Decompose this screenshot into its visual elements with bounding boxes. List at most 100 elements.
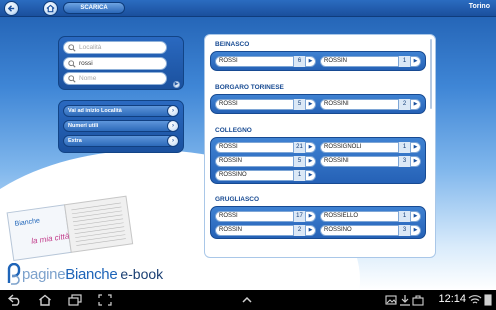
entry-count: 2 — [398, 99, 411, 110]
entry-count: 6 — [293, 56, 306, 67]
app-logo: pagineBianche e-book — [6, 262, 163, 286]
entry-count: 21 — [293, 142, 306, 153]
entry-name: ROSSI — [219, 213, 238, 219]
menu-item-useful-numbers[interactable]: Numeri utili › — [63, 120, 179, 132]
entry-name: ROSSIGNOLI — [324, 144, 362, 150]
group-title: GRUGLIASCO — [215, 196, 260, 203]
download-notification-icon — [400, 295, 410, 306]
chevron-right-icon: ▶ — [413, 227, 418, 233]
entry-count: 2 — [293, 225, 306, 236]
result-entry[interactable]: ROSSIGNOLI 1 ▶ — [320, 142, 421, 153]
surname-input[interactable]: rossi — [63, 57, 167, 70]
logo-bianche: Bianche — [65, 265, 118, 283]
paginebianche-logo-icon — [7, 263, 21, 285]
chevron-right-icon: › — [167, 105, 179, 117]
screenshot-icon[interactable] — [98, 294, 112, 306]
shopping-bag-icon — [412, 295, 424, 306]
chevron-up-icon[interactable] — [240, 294, 254, 306]
wifi-icon — [468, 295, 482, 304]
menu-item-label: Numeri utili — [68, 123, 99, 129]
entry-count: 5 — [293, 156, 306, 167]
result-entry[interactable]: ROSSI 17 ▶ — [215, 211, 316, 222]
chevron-right-icon: ▶ — [308, 172, 313, 178]
chevron-right-icon: › — [167, 135, 179, 147]
chevron-right-icon: ▶ — [413, 144, 418, 150]
download-button[interactable]: SCARICA — [63, 2, 125, 14]
entry-name: ROSSINO — [324, 227, 352, 233]
search-icon — [68, 44, 76, 52]
result-entry[interactable]: ROSSI 5 ▶ — [215, 99, 316, 110]
current-city: Torino — [468, 3, 490, 10]
entry-name: ROSSIELLO — [324, 213, 359, 219]
app-screen: SCARICA Torino Località rossi Nome ▶ Vai… — [0, 0, 496, 290]
entry-name: ROSSIN — [324, 58, 348, 64]
entry-name: ROSSIN — [219, 227, 243, 233]
search-panel: Località rossi Nome ▶ — [58, 36, 184, 90]
chevron-right-icon: ▶ — [413, 213, 418, 219]
name-input[interactable]: Nome — [63, 72, 167, 85]
back-icon[interactable] — [8, 294, 22, 306]
entry-name: ROSSIN — [219, 158, 243, 164]
result-entry[interactable]: ROSSIELLO 1 ▶ — [320, 211, 421, 222]
group-entries: ROSSI 6 ▶ ROSSIN 1 ▶ — [210, 51, 426, 71]
phonebook-cover-image: Bianche la mia città — [6, 195, 134, 261]
chevron-right-icon: ▶ — [413, 58, 418, 64]
chevron-right-icon: ▶ — [308, 158, 313, 164]
entry-count: 1 — [398, 211, 411, 222]
result-entry[interactable]: ROSSIN 1 ▶ — [320, 56, 421, 67]
menu-item-label: Vai ad inizio Località — [68, 108, 122, 114]
entry-name: ROSSINO — [219, 172, 247, 178]
locality-placeholder: Località — [79, 44, 102, 51]
menu-item-extra[interactable]: Extra › — [63, 135, 179, 147]
results-scrollbar[interactable] — [430, 39, 432, 109]
chevron-right-icon: ▶ — [413, 158, 418, 164]
group-entries: ROSSI 17 ▶ ROSSIELLO 1 ▶ ROSSIN 2 ▶ ROSS… — [210, 206, 426, 239]
chevron-right-icon: ▶ — [308, 144, 313, 150]
group-title: BEINASCO — [215, 41, 250, 48]
recent-apps-icon[interactable] — [68, 294, 82, 306]
result-entry[interactable]: ROSSIN 5 ▶ — [215, 156, 316, 167]
chevron-right-icon: ▶ — [308, 101, 313, 107]
chevron-right-icon: ▶ — [308, 227, 313, 233]
gallery-notification-icon — [385, 295, 397, 305]
result-entry[interactable]: ROSSINO 1 ▶ — [215, 170, 316, 181]
group-title: COLLEGNO — [215, 127, 252, 134]
surname-value: rossi — [79, 60, 93, 67]
result-entry[interactable]: ROSSI 6 ▶ — [215, 56, 316, 67]
menu-item-label: Extra — [68, 138, 82, 144]
search-icon — [68, 60, 76, 68]
entry-count: 5 — [293, 99, 306, 110]
entry-name: ROSSI — [219, 101, 238, 107]
home-icon[interactable] — [38, 294, 52, 306]
back-button[interactable] — [4, 1, 19, 16]
result-entry[interactable]: ROSSINO 3 ▶ — [320, 225, 421, 236]
entry-name: ROSSINI — [324, 158, 349, 164]
group-title: BORGARO TORINESE — [215, 84, 284, 91]
chevron-right-icon: ▶ — [174, 81, 179, 87]
back-arrow-icon — [7, 5, 15, 12]
home-icon — [46, 4, 55, 13]
logo-pagine: pagine — [22, 265, 66, 283]
chevron-right-icon: ▶ — [308, 213, 313, 219]
result-entry[interactable]: ROSSIN 2 ▶ — [215, 225, 316, 236]
locality-input[interactable]: Località — [63, 41, 167, 54]
search-go-button[interactable]: ▶ — [173, 81, 180, 88]
search-icon — [68, 75, 76, 83]
menu-item-go-to-start[interactable]: Vai ad inizio Località › — [63, 105, 179, 117]
chevron-right-icon: ▶ — [413, 101, 418, 107]
logo-ebook: e-book — [120, 266, 164, 282]
result-entry[interactable]: ROSSINI 2 ▶ — [320, 99, 421, 110]
result-entry[interactable]: ROSSI 21 ▶ — [215, 142, 316, 153]
group-entries: ROSSI 21 ▶ ROSSIGNOLI 1 ▶ ROSSIN 5 ▶ ROS… — [210, 137, 426, 184]
result-entry[interactable]: ROSSINI 3 ▶ — [320, 156, 421, 167]
entry-count: 1 — [398, 56, 411, 67]
results-panel[interactable]: BEINASCO ROSSI 6 ▶ ROSSIN 1 ▶ BORGARO TO… — [204, 34, 436, 258]
entry-count: 17 — [293, 211, 306, 222]
menu-panel: Vai ad inizio Località › Numeri utili › … — [58, 100, 184, 153]
entry-name: ROSSINI — [324, 101, 349, 107]
system-navigation-bar: 12:14 — [0, 290, 496, 310]
chevron-right-icon: › — [167, 120, 179, 132]
home-button[interactable] — [43, 1, 58, 16]
top-bar: SCARICA Torino — [0, 0, 496, 17]
battery-icon — [484, 294, 492, 306]
